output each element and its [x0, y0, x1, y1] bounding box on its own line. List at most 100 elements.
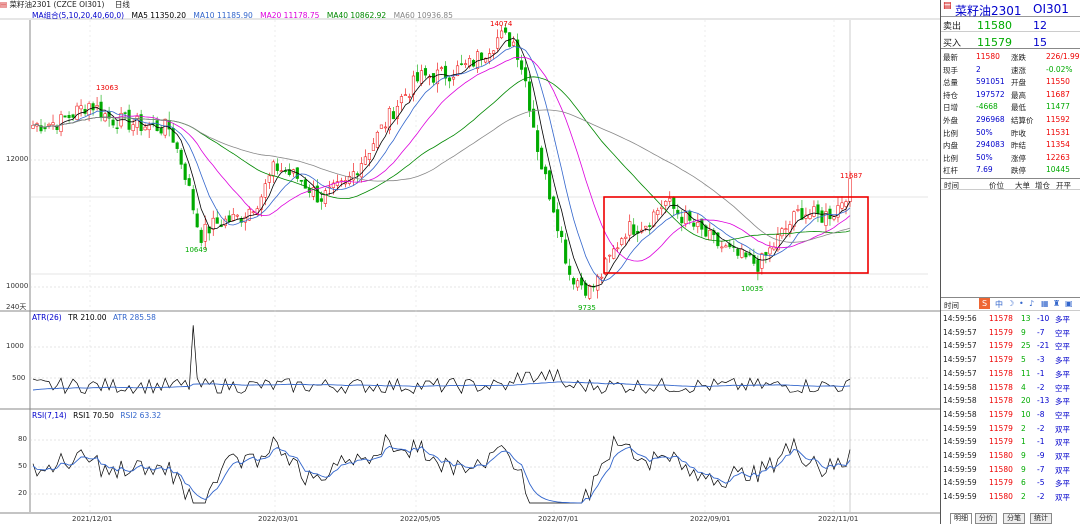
moon-icon[interactable]: ☽ — [1007, 299, 1014, 308]
tick-price: 11580 — [989, 464, 1013, 474]
candle-body — [211, 217, 215, 230]
candle-body — [431, 73, 436, 83]
stat-label: 涨停 — [1011, 153, 1026, 163]
candle-body — [560, 230, 564, 237]
tab-statistics[interactable]: 统计 — [1030, 513, 1052, 524]
stat-value: 296968 — [976, 115, 1005, 124]
chart-title: ▤ 菜籽油2301 (CZCE OI301) 日线 — [0, 0, 130, 9]
candle-body — [479, 52, 484, 60]
candle-body — [692, 222, 696, 227]
stat-label: 内盘 — [943, 141, 958, 151]
menu-icon[interactable]: ▤ — [943, 1, 952, 11]
stat-row: 杠杆 7.69 跌停 10445 — [941, 164, 1080, 176]
s-logo-icon[interactable]: S — [979, 298, 990, 309]
tick-volume: 6 — [1021, 478, 1026, 488]
lang-icon[interactable]: 中 — [995, 299, 1003, 310]
menu-icon[interactable]: ▤ — [0, 0, 7, 9]
candle-body — [159, 127, 163, 134]
candle-body — [63, 115, 67, 118]
tick-time: 14:59:59 — [943, 423, 977, 433]
candle-body — [415, 72, 420, 82]
tab-detail[interactable]: 明细 — [950, 513, 972, 524]
quote-name: 菜籽油2301 — [955, 4, 1022, 18]
stat-value: 11592 — [1046, 115, 1070, 124]
tab-tick-by-tick[interactable]: 分笔 — [1003, 513, 1025, 524]
candle-body — [399, 96, 404, 104]
stat-value: 7.69 — [976, 165, 993, 175]
candle-body — [816, 204, 820, 214]
tick-volume: 1 — [1021, 437, 1026, 447]
shirt-icon[interactable]: ♜ — [1053, 299, 1060, 308]
tick-oi-change: -7 — [1037, 327, 1045, 337]
tick-row: 14:59:58 11578 20 -13 多平 — [941, 394, 1080, 408]
y-tick-12000: 12000 — [6, 155, 29, 163]
tick-oi-change: -1 — [1037, 437, 1045, 447]
candle-body — [616, 247, 620, 250]
tick-oi-change: -21 — [1037, 341, 1050, 351]
tick-time: 14:59:58 — [943, 382, 977, 392]
tick-oi-change: -7 — [1037, 464, 1045, 474]
chart-canvas[interactable] — [0, 0, 940, 524]
stat-row: 现手 2 速涨 -0.02% — [941, 64, 1080, 76]
keyboard-icon[interactable]: ▦ — [1041, 299, 1049, 308]
candle-body — [768, 247, 772, 255]
stat-label: 现手 — [943, 65, 958, 75]
candle-body — [628, 221, 632, 236]
tick-time: 14:59:59 — [943, 478, 977, 488]
stat-row: 最新 11580 涨跌 226/1.99% — [941, 51, 1080, 63]
atr-tick-1000: 1000 — [6, 342, 24, 350]
ma-group-label[interactable]: MA组合(5,10,20,40,60,0) — [32, 11, 124, 20]
candle-body — [564, 239, 568, 264]
candle-body — [740, 248, 744, 258]
tick-row: 14:59:57 11578 11 -1 多平 — [941, 367, 1080, 381]
chart-area[interactable]: ▤ 菜籽油2301 (CZCE OI301) 日线 MA组合(5,10,20,4… — [0, 0, 940, 524]
candle-body — [447, 77, 452, 82]
candle-body — [536, 130, 540, 152]
period-label[interactable]: 日线 — [115, 0, 130, 9]
candle-body — [71, 114, 75, 118]
candle-body — [79, 105, 83, 110]
candle-body — [568, 265, 572, 275]
tick-oi-change: -2 — [1037, 382, 1045, 392]
ask-price: 11580 — [977, 19, 1012, 32]
dot-icon[interactable]: • — [1019, 299, 1024, 308]
tick-time: 14:59:59 — [943, 451, 977, 460]
candle-body — [383, 126, 387, 129]
contract-name: 菜籽油2301 — [9, 0, 52, 9]
tick-time: 14:59:58 — [943, 396, 977, 406]
ma-legend: MA组合(5,10,20,40,60,0) MA5 11350.20 MA10 … — [32, 10, 458, 21]
grid-icon[interactable]: ▣ — [1065, 299, 1073, 308]
candle-body — [179, 149, 183, 165]
tick-time: 14:59:56 — [943, 314, 977, 323]
candle-body — [323, 190, 327, 204]
ask-label: 卖出 — [943, 22, 962, 32]
stat-label: 速涨 — [1011, 65, 1026, 75]
candle-body — [552, 196, 556, 213]
candle-body — [736, 248, 740, 256]
candle-body — [227, 215, 231, 222]
stat-label: 跌停 — [1011, 166, 1026, 176]
tick-price: 11578 — [989, 396, 1013, 406]
candle-body — [684, 212, 688, 224]
candle-body — [548, 170, 552, 200]
tick-type: 空平 — [1055, 383, 1070, 393]
tab-price-volume[interactable]: 分价 — [975, 513, 997, 524]
candle-body — [367, 153, 371, 160]
atr-name[interactable]: ATR(26) — [32, 313, 62, 322]
y-tick-10000: 10000 — [6, 282, 29, 290]
rsi-tick-20: 20 — [18, 489, 27, 497]
candle-body — [696, 221, 700, 227]
rsi-name[interactable]: RSI(7,14) — [32, 411, 67, 420]
tick-col-time: 时间 — [944, 181, 959, 190]
stat-value: 12263 — [1046, 152, 1070, 162]
candle-body — [632, 224, 636, 235]
rsi-tick-80: 80 — [18, 435, 27, 443]
ma60-value: MA60 10936.85 — [393, 11, 453, 20]
mic-icon[interactable]: ♪ — [1029, 299, 1034, 308]
tick-oi-change: -5 — [1037, 478, 1045, 488]
candle-body — [143, 126, 147, 131]
candle-body — [195, 213, 199, 228]
stat-value: 591051 — [976, 77, 1005, 87]
stat-value: 11550 — [1046, 77, 1070, 87]
candle-body — [812, 206, 816, 217]
